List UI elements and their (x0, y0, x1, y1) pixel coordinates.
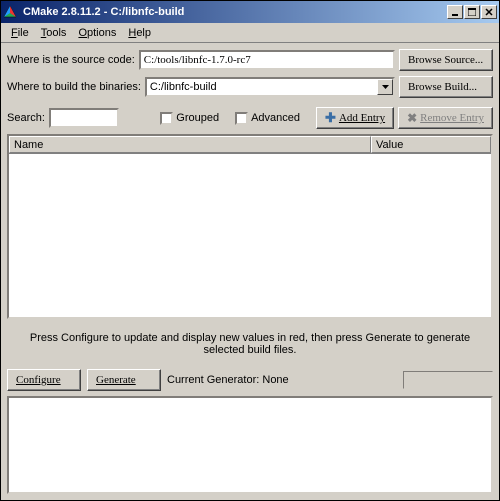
output-area[interactable] (7, 396, 493, 494)
menu-options[interactable]: Options (72, 25, 122, 41)
table-header: Name Value (9, 136, 491, 154)
advanced-checkbox-group[interactable]: Advanced (235, 112, 300, 125)
build-label: Where to build the binaries: (7, 81, 141, 93)
plus-icon: ✚ (325, 110, 336, 126)
grouped-label: Grouped (176, 112, 219, 124)
close-button[interactable] (481, 5, 497, 19)
cache-table[interactable]: Name Value (7, 134, 493, 319)
add-entry-button[interactable]: ✚ Add Entry (316, 107, 394, 129)
remove-entry-button[interactable]: ✖ Remove Entry (398, 107, 493, 129)
x-icon: ✖ (407, 111, 417, 126)
column-name[interactable]: Name (9, 136, 371, 153)
cmake-window: CMake 2.8.11.2 - C:/libnfc-build File To… (0, 0, 500, 501)
hint-text: Press Configure to update and display ne… (7, 324, 493, 364)
advanced-checkbox[interactable] (235, 112, 248, 125)
window-title: CMake 2.8.11.2 - C:/libnfc-build (23, 6, 447, 18)
source-label: Where is the source code: (7, 54, 135, 66)
column-value[interactable]: Value (371, 136, 491, 153)
cmake-icon (3, 4, 19, 20)
current-generator-label: Current Generator: None (167, 374, 289, 386)
menu-file[interactable]: File (5, 25, 35, 41)
window-controls (447, 5, 497, 19)
browse-source-button[interactable]: Browse Source... (399, 49, 493, 71)
search-label: Search: (7, 112, 45, 124)
maximize-button[interactable] (464, 5, 480, 19)
menubar: File Tools Options Help (1, 23, 499, 43)
minimize-button[interactable] (447, 5, 463, 19)
chevron-down-icon[interactable] (377, 79, 393, 95)
browse-build-button[interactable]: Browse Build... (399, 76, 493, 98)
build-path-value: C:/libnfc-build (150, 81, 217, 93)
source-path-input[interactable] (139, 50, 395, 70)
search-input[interactable] (49, 108, 119, 128)
content-area: Where is the source code: Browse Source.… (1, 43, 499, 500)
grouped-checkbox-group[interactable]: Grouped (160, 112, 219, 125)
menu-help[interactable]: Help (122, 25, 157, 41)
menu-tools[interactable]: Tools (35, 25, 73, 41)
titlebar[interactable]: CMake 2.8.11.2 - C:/libnfc-build (1, 1, 499, 23)
advanced-label: Advanced (251, 112, 300, 124)
grouped-checkbox[interactable] (160, 112, 173, 125)
progress-bar (403, 371, 493, 389)
generate-button[interactable]: Generate (87, 369, 161, 391)
build-path-combo[interactable]: C:/libnfc-build (145, 77, 395, 97)
configure-button[interactable]: Configure (7, 369, 81, 391)
